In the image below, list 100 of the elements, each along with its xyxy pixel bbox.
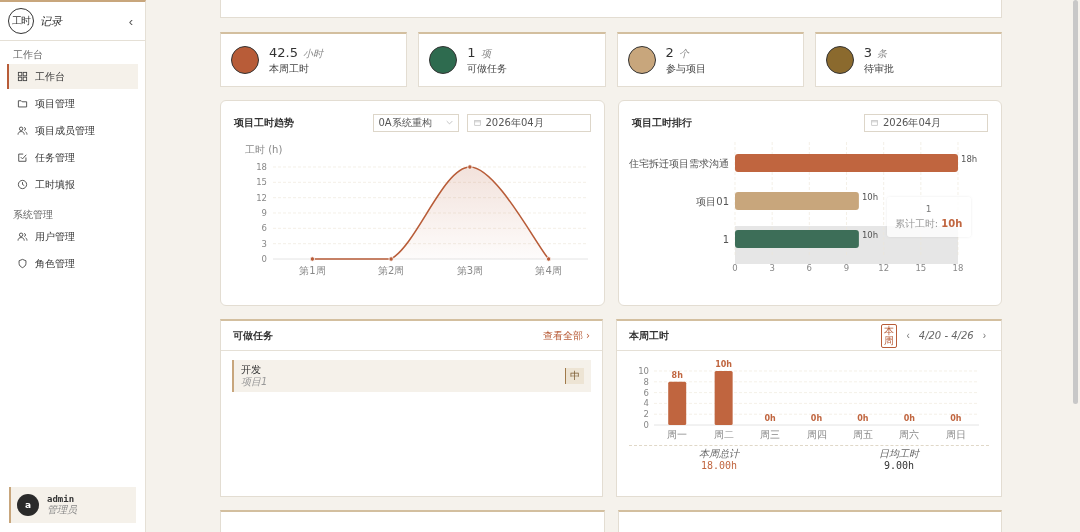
bar xyxy=(668,381,687,425)
card-title: 本周工时 xyxy=(629,328,670,343)
collapse-button[interactable]: ‹ xyxy=(124,13,137,29)
month-picker[interactable]: 2026年04月 xyxy=(466,113,591,132)
value-label: 10h xyxy=(861,192,878,202)
user-card[interactable]: a admin 管理员 xyxy=(9,487,136,523)
stat-label: 参与项目 xyxy=(665,61,706,76)
shield-icon xyxy=(17,258,28,269)
user-name: admin xyxy=(47,494,76,505)
nav-item[interactable]: 角色管理 xyxy=(7,251,138,276)
total-value: 18.00h xyxy=(700,459,738,471)
stat-value: 2 xyxy=(665,44,674,60)
stat-unit: 项 xyxy=(480,46,491,61)
stat-unit: 个 xyxy=(678,46,689,61)
axis-label: 周六 xyxy=(899,429,920,440)
value-label: 0h xyxy=(764,414,776,423)
nav-section-label: 工作台 xyxy=(12,48,44,62)
stat-label: 待审批 xyxy=(863,61,894,76)
date-range: 4/20 - 4/26 xyxy=(918,330,974,341)
axis-tick: 3 xyxy=(768,263,775,273)
value-label: 10h xyxy=(861,230,878,240)
stat-label: 本周工时 xyxy=(269,61,310,76)
caret-icon xyxy=(445,120,453,125)
next-button[interactable]: › xyxy=(979,330,989,341)
value-label: 0h xyxy=(857,414,869,423)
users-icon xyxy=(17,231,28,242)
axis-label: 周日 xyxy=(945,429,966,440)
card-title: 可做任务 xyxy=(233,328,274,343)
calendar-icon xyxy=(871,119,878,126)
stat-value: 3 xyxy=(863,44,873,60)
task-project: 项目1 xyxy=(241,376,268,388)
nav-item[interactable]: 工时填报 xyxy=(7,172,138,197)
stat-unit: 条 xyxy=(877,46,888,61)
axis-tick: 12 xyxy=(256,192,267,203)
tooltip-title: 1 xyxy=(925,203,932,214)
bar xyxy=(714,371,733,425)
checkbox-icon xyxy=(17,152,28,163)
value-label: 0h xyxy=(903,414,915,423)
view-all-link[interactable]: 查看全部 › xyxy=(542,328,590,343)
axis-label: 周一 xyxy=(667,429,688,440)
card-title: 项目工时排行 xyxy=(631,115,693,130)
users-icon xyxy=(17,125,28,136)
user-role: 管理员 xyxy=(47,504,77,516)
stat-unit: 小时 xyxy=(302,46,323,61)
axis-tick: 3 xyxy=(261,238,267,249)
data-point xyxy=(467,164,473,170)
axis-label: 第2周 xyxy=(377,265,405,276)
axis-label: 第3周 xyxy=(456,265,484,276)
data-point xyxy=(309,256,315,262)
nav-item[interactable]: 项目成员管理 xyxy=(7,118,138,143)
axis-tick: 18 xyxy=(952,263,963,273)
tooltip-text: 累计工时: 10h xyxy=(894,216,963,231)
axis-label: 周五 xyxy=(852,429,873,440)
axis-tick: 10 xyxy=(638,366,649,376)
axis-tick: 0 xyxy=(261,254,267,264)
total-label: 日均工时 xyxy=(879,448,919,460)
grid-icon xyxy=(17,71,28,82)
axis-tick: 8 xyxy=(643,376,649,387)
nav-section-label: 系统管理 xyxy=(12,208,54,222)
axis-label: 第4周 xyxy=(535,265,562,276)
app-title: 记录 xyxy=(40,13,64,29)
stat-value: 42.5 xyxy=(269,44,298,60)
scrollbar[interactable] xyxy=(1073,0,1078,404)
task-item[interactable]: 开发 项目1 中 xyxy=(232,360,591,392)
stat-value: 1 xyxy=(467,44,476,60)
value-label: 10h xyxy=(715,360,733,369)
axis-tick: 6 xyxy=(806,263,812,273)
value-label: 0h xyxy=(950,414,962,423)
priority-tag: 中 xyxy=(565,368,584,384)
project-select[interactable]: 0A系统重构 xyxy=(372,113,459,132)
axis-label: 项目01 xyxy=(695,196,729,207)
card-title: 项目工时趋势 xyxy=(234,115,295,130)
avatar: a xyxy=(17,494,39,516)
axis-label: 周三 xyxy=(760,429,781,440)
total-label: 本周总计 xyxy=(699,448,739,460)
folder-icon xyxy=(17,98,28,109)
this-week-button[interactable]: 本周 xyxy=(881,323,898,348)
value-label: 8h xyxy=(671,370,683,380)
value-label: 18h xyxy=(960,154,977,164)
axis-tick: 6 xyxy=(261,223,267,234)
nav-item[interactable]: 任务管理 xyxy=(7,145,138,170)
axis-tick: 4 xyxy=(643,398,649,409)
axis-title: 工时 (h) xyxy=(245,144,283,155)
axis-tick: 12 xyxy=(877,263,889,273)
nav-item[interactable]: 用户管理 xyxy=(7,224,138,249)
data-point xyxy=(388,256,394,262)
task-name: 开发 xyxy=(241,364,262,376)
value-label: 0h xyxy=(810,414,823,423)
nav-item[interactable]: 工作台 xyxy=(7,64,138,89)
month-picker[interactable]: 2026年04月 xyxy=(864,113,988,132)
axis-tick: 6 xyxy=(643,387,649,398)
axis-label: 第1周 xyxy=(299,265,326,276)
axis-tick: 15 xyxy=(914,263,926,273)
prev-button[interactable]: ‹ xyxy=(903,330,913,341)
nav-item[interactable]: 项目管理 xyxy=(7,91,138,116)
axis-tick: 15 xyxy=(256,177,267,188)
axis-tick: 9 xyxy=(261,208,267,218)
axis-label: 1 xyxy=(722,234,729,245)
total-value: 9.00h xyxy=(883,459,915,471)
axis-label: 周四 xyxy=(806,429,827,440)
